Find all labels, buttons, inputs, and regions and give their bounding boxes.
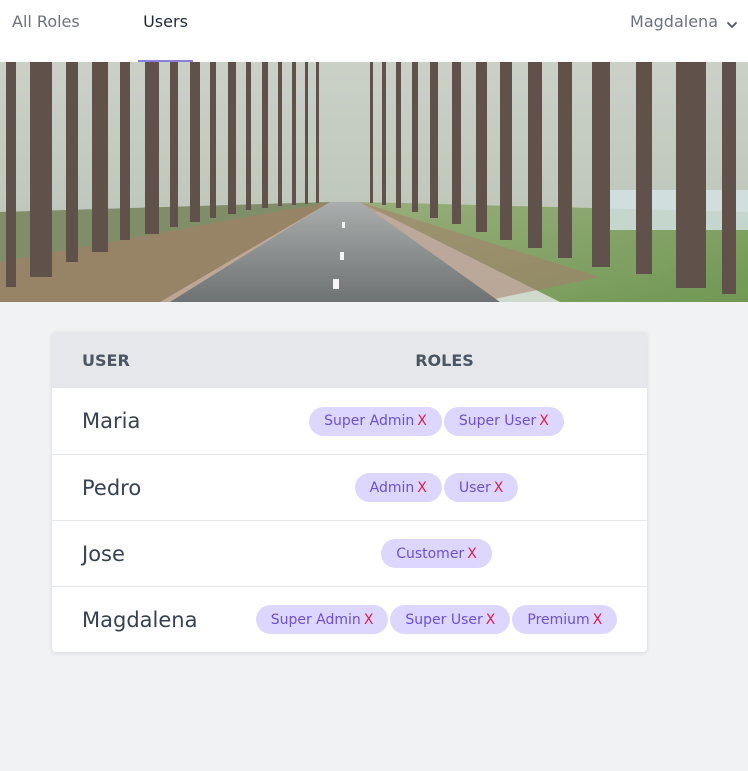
role-badge: Super Admin X [255, 605, 389, 634]
role-badge-label: Super User [458, 413, 537, 429]
remove-role-button[interactable]: X [539, 413, 549, 429]
table-row: Magdalena Super Admin X Super User X Premium X [52, 586, 647, 652]
roles-cell: Super Admin X Super User X [242, 406, 647, 436]
table-header: USER ROLES [52, 332, 647, 388]
role-badge: Admin X [354, 473, 442, 502]
role-badge-label: Super Admin [270, 611, 361, 628]
current-user-name: Magdalena [630, 12, 718, 31]
role-badge: Super Admin X [309, 406, 442, 436]
remove-role-button[interactable]: X [417, 480, 427, 496]
role-badge: Super User X [390, 605, 511, 634]
role-badge-label: Super User [405, 611, 483, 628]
remove-role-button[interactable]: X [494, 480, 504, 496]
table-body: Maria Super Admin X Super User X Pedro Admin X U… [52, 388, 647, 652]
user-name-cell: Pedro [82, 475, 142, 500]
role-badge-label: Admin [369, 479, 415, 496]
tab-users[interactable]: Users [138, 0, 193, 62]
remove-role-button[interactable]: X [467, 546, 477, 562]
remove-role-button[interactable]: X [417, 413, 427, 429]
table-row: Jose Customer X [52, 520, 647, 586]
remove-role-button[interactable]: X [593, 612, 603, 628]
column-header-roles: ROLES [415, 350, 474, 370]
role-badge-label: User [458, 479, 491, 496]
column-header-user: USER [82, 350, 130, 370]
tab-all-roles[interactable]: All Roles [12, 0, 80, 62]
tab-all-roles-label: All Roles [12, 12, 80, 31]
table-row: Pedro Admin X User X [52, 454, 647, 520]
user-name-cell: Jose [82, 541, 125, 566]
role-badge: Customer X [381, 539, 492, 568]
remove-role-button[interactable]: X [486, 612, 496, 628]
role-badge: Premium X [512, 605, 618, 634]
remove-role-button[interactable]: X [364, 612, 374, 628]
role-badge: User X [443, 473, 519, 502]
top-navigation-bar: All Roles Users Magdalena [0, 0, 748, 62]
role-badge-label: Customer [396, 545, 465, 562]
roles-cell: Customer X [242, 539, 647, 568]
role-badge: Super User X [443, 406, 564, 436]
user-name-cell: Maria [82, 409, 141, 433]
roles-cell: Admin X User X [242, 473, 647, 502]
roles-cell: Super Admin X Super User X Premium X [242, 605, 647, 634]
users-roles-table: USER ROLES Maria Super Admin X Super User X P… [52, 332, 647, 652]
chevron-down-icon [726, 16, 738, 28]
role-badge-label: Super Admin [324, 413, 415, 429]
table-row: Maria Super Admin X Super User X [52, 388, 647, 454]
tab-users-label: Users [143, 12, 188, 31]
banner-image [0, 62, 748, 302]
role-badge-label: Premium [527, 611, 590, 628]
user-name-cell: Magdalena [82, 607, 198, 632]
user-menu-dropdown[interactable]: Magdalena [630, 12, 738, 31]
